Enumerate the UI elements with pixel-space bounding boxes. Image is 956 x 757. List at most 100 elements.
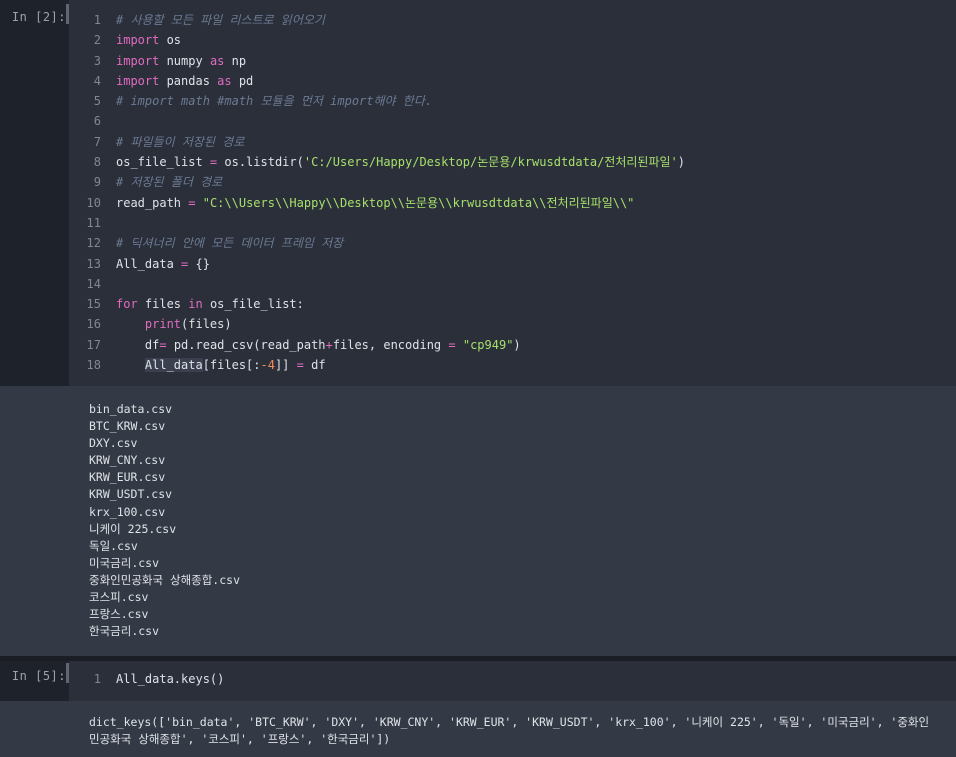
output-area-1: bin_data.csv BTC_KRW.csv DXY.csv KRW_CNY.cs… (0, 386, 956, 656)
code-line[interactable]: os_file_list = os.listdir('C:/Users/Happ… (116, 152, 956, 172)
line-number: 16 (86, 317, 101, 332)
code-token: for (116, 297, 138, 312)
code-token: import (116, 73, 160, 88)
code-token: print (144, 317, 182, 332)
code-cell-1[interactable]: In [2]: 1 2 3 4 5 6 7 8 9 10 11 12 13 14 15 16 17 18 # 사용… (0, 0, 956, 386)
code-token: ) (513, 337, 521, 352)
output-line: krx_100.csv (89, 504, 166, 519)
output-line: 민공화국 상해종합', '코스피', '프랑스', '한국금리']) (89, 732, 391, 747)
code-token: os.listdir( (217, 155, 304, 170)
code-line[interactable] (116, 111, 956, 131)
code-token: -4 (260, 358, 275, 373)
output-line: bin_data.csv (89, 402, 173, 416)
line-number: 7 (93, 134, 101, 149)
code-token: # import math #math 모듈을 먼저 import해야 한다. (116, 94, 433, 109)
code-line[interactable]: # 사용할 모든 파일 리스트로 읽어오기 (116, 10, 956, 30)
code-token: numpy (159, 53, 210, 68)
code-token: = (448, 337, 456, 352)
line-number: 4 (93, 73, 101, 88)
code-token: # 딕셔너리 안에 모든 데이터 프레임 저장 (116, 236, 344, 251)
code-token: df (116, 337, 160, 352)
line-number: 18 (86, 358, 101, 373)
output-line: 한국금리.csv (89, 624, 160, 639)
output-line: 코스피.csv (89, 590, 149, 605)
code-token: # 사용할 모든 파일 리스트로 읽어오기 (116, 13, 325, 27)
code-token: pandas (159, 73, 218, 88)
code-cell-2[interactable]: In [5]: 1 All_data.keys() (0, 661, 956, 701)
cell-prompt: In [5]: (11, 669, 66, 683)
code-line[interactable]: import os (116, 30, 956, 50)
code-line[interactable]: # 파일들이 저장된 경로 (116, 132, 956, 152)
code-token: in (188, 297, 203, 312)
line-number: 8 (93, 155, 101, 170)
code-token: files (137, 297, 189, 312)
code-line[interactable]: # 딕셔너리 안에 모든 데이터 프레임 저장 (116, 233, 956, 253)
code-token: "cp949" (462, 337, 514, 352)
code-line[interactable]: # 저장된 폴더 경로 (116, 172, 956, 192)
output-line: dict_keys(['bin_data', 'BTC_KRW', 'DXY',… (89, 715, 930, 729)
code-token: df (303, 358, 326, 373)
code-token: {} (188, 256, 210, 271)
code-token: (files) (181, 317, 232, 332)
code-editor[interactable]: 1 2 3 4 5 6 7 8 9 10 11 12 13 14 15 16 17 18 # 사용할 모든 파일 … (69, 0, 956, 386)
code-token: np (224, 53, 247, 68)
code-line[interactable]: print(files) (116, 314, 956, 334)
code-line[interactable] (116, 213, 956, 233)
line-number: 15 (86, 297, 101, 312)
code-line[interactable] (116, 274, 956, 294)
code-line[interactable]: All_data.keys() (116, 669, 956, 689)
cell-output: bin_data.csv BTC_KRW.csv DXY.csv KRW_CNY.cs… (89, 401, 946, 640)
output-line: KRW_CNY.csv (89, 453, 166, 468)
code-token: os_file_list (116, 155, 210, 170)
line-number: 2 (93, 33, 101, 48)
line-number: 10 (86, 195, 101, 210)
line-number: 11 (86, 215, 101, 230)
code-line[interactable]: import pandas as pd (116, 71, 956, 91)
code-line[interactable]: # import math #math 모듈을 먼저 import해야 한다. (116, 91, 956, 111)
code-token: os_file_list: (202, 297, 304, 312)
code-line[interactable]: All_data = {} (116, 254, 956, 274)
code-line[interactable]: import numpy as np (116, 51, 956, 71)
code-token: 'C:/Users/Happy/Desktop/논문용/krwusdtdata/… (303, 155, 678, 170)
code-token: import (116, 53, 160, 68)
code-token: as (209, 53, 225, 68)
line-number: 12 (86, 236, 101, 251)
line-number: 14 (86, 276, 101, 291)
line-number-gutter: 1 2 3 4 5 6 7 8 9 10 11 12 13 14 15 16 17 18 (69, 10, 101, 375)
output-line: 독일.csv (89, 538, 138, 553)
line-number-gutter: 1 (69, 669, 101, 689)
line-number: 5 (93, 94, 101, 109)
code-content[interactable]: All_data.keys() (116, 669, 956, 689)
code-token: pd (231, 73, 254, 88)
code-line[interactable]: for files in os_file_list: (116, 294, 956, 314)
code-token: # 파일들이 저장된 경로 (116, 134, 245, 149)
line-number: 17 (86, 337, 101, 352)
code-token: = (296, 358, 304, 373)
cell-output: dict_keys(['bin_data', 'BTC_KRW', 'DXY',… (89, 714, 946, 748)
output-line: 중화인민공화국 상해종합.csv (89, 572, 240, 587)
code-token: files, encoding (332, 337, 449, 352)
code-line[interactable]: df= pd.read_csv(read_path+files, encodin… (116, 335, 956, 355)
output-line: 프랑스.csv (89, 607, 149, 622)
code-line[interactable]: All_data[files[:-4]] = df (116, 355, 956, 375)
code-token: All_data (116, 256, 182, 271)
code-token: os (159, 33, 182, 48)
line-number: 6 (93, 114, 101, 129)
output-line: KRW_EUR.csv (89, 470, 166, 485)
code-token: = (159, 337, 167, 352)
code-content[interactable]: # 사용할 모든 파일 리스트로 읽어오기 import os import num… (116, 10, 956, 375)
output-line: DXY.csv (89, 436, 138, 451)
line-number: 13 (86, 256, 101, 271)
output-line: KRW_USDT.csv (89, 487, 173, 502)
code-token: + (325, 337, 333, 352)
code-token: pd.read_csv(read_path (166, 337, 326, 352)
code-token: import (116, 33, 160, 48)
code-token: # 저장된 폴더 경로 (116, 175, 223, 190)
code-line[interactable]: read_path = "C:\\Users\\Happy\\Desktop\\… (116, 193, 956, 213)
code-editor[interactable]: 1 All_data.keys() (69, 661, 956, 701)
output-line: 미국금리.csv (89, 555, 160, 570)
line-number: 1 (93, 672, 101, 686)
code-token: All_data.keys() (116, 672, 225, 686)
